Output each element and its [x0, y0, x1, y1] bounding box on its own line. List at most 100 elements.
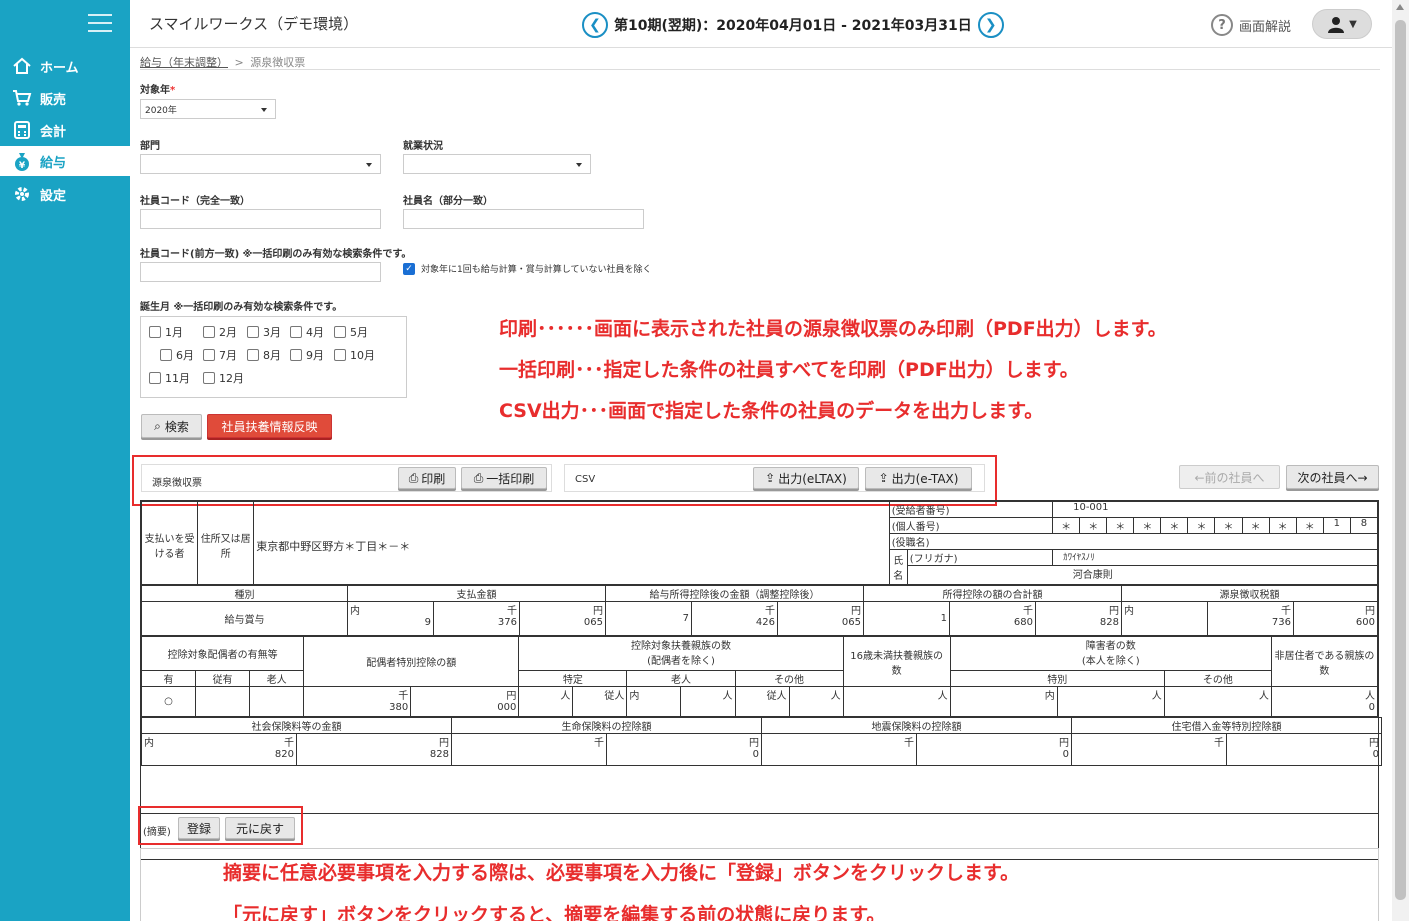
bulk-print-button[interactable]: ⎙ 一括印刷: [461, 467, 547, 489]
furigana-label: (フリガナ): [906, 549, 1054, 566]
month-checkbox[interactable]: [334, 349, 346, 361]
sidebar-item-sales[interactable]: 販売: [0, 83, 130, 113]
tokutei-header: 特定: [518, 670, 628, 687]
month-checkbox[interactable]: [160, 349, 172, 361]
unit-label: 内: [1124, 606, 1135, 617]
month-checkbox[interactable]: [334, 326, 346, 338]
housing-loan-cell: 円0: [1226, 733, 1382, 766]
month-option[interactable]: 3月: [247, 324, 281, 340]
next-period-button[interactable]: ❯: [977, 12, 1004, 38]
month-checkbox[interactable]: [290, 349, 302, 361]
disabled-count-cell: 人: [1163, 686, 1272, 717]
spouse-special-cell: 千 380: [303, 686, 412, 717]
month-checkbox[interactable]: [203, 372, 215, 384]
month-label: 4月: [306, 326, 324, 339]
sidebar-item-accounting[interactable]: 会計: [0, 115, 130, 145]
cart-icon: [10, 88, 34, 108]
user-menu-button[interactable]: ▼: [1312, 9, 1372, 39]
total-deduction-cell: 1: [863, 601, 951, 636]
export-etax-button[interactable]: ⇪ 出力(e-TAX): [865, 467, 972, 489]
exclude-label: 対象年に1回も給与計算・賞与計算していない社員を除く: [421, 265, 652, 275]
insurance-table: 社会保険料等の金額 生命保険料の控除額 地震保険料の控除額 住宅借入金等特別控除…: [141, 717, 1382, 766]
code-prefix-input[interactable]: [140, 262, 381, 282]
total-deduction-part: 828: [1099, 617, 1120, 628]
reflect-dependents-button[interactable]: 社員扶養情報反映: [207, 414, 332, 438]
month-option[interactable]: 5月: [334, 324, 368, 340]
month-checkbox[interactable]: [203, 349, 215, 361]
earthquake-insurance-part: 0: [1062, 749, 1069, 760]
individual-no-digit: ＊: [1106, 517, 1135, 534]
export-eltax-button[interactable]: ⇪ 出力(eLTAX): [753, 467, 859, 489]
recipient-no-value: 10-001: [1052, 501, 1378, 518]
dependent-count-cell: 人: [680, 686, 736, 717]
month-checkbox[interactable]: [290, 326, 302, 338]
nonresident-value: 0: [1368, 702, 1375, 713]
sidebar-item-label: 会計: [40, 124, 67, 140]
revert-button[interactable]: 元に戻す: [225, 817, 295, 839]
help-link[interactable]: ? 画面解説: [1211, 14, 1291, 36]
exclude-checkbox[interactable]: ✓: [403, 262, 415, 275]
code-exact-label: 社員コード（完全一致）: [140, 196, 250, 207]
scrollbar-thumb[interactable]: [1395, 20, 1406, 900]
dept-label: 部門: [140, 141, 160, 152]
code-exact-input[interactable]: [140, 209, 381, 229]
spouse-special-part: 380: [389, 702, 409, 713]
month-option[interactable]: 7月: [203, 347, 237, 363]
sidebar-item-settings[interactable]: 設定: [0, 179, 130, 209]
scrollbar[interactable]: [1392, 0, 1409, 921]
dept-select[interactable]: [140, 154, 381, 174]
withholding-part: 736: [1271, 617, 1292, 628]
type-value: 給与賞与: [141, 601, 348, 636]
month-checkbox[interactable]: [203, 326, 215, 338]
prev-employee-button[interactable]: ←前の社員へ: [1179, 465, 1280, 489]
month-checkbox[interactable]: [149, 372, 161, 384]
prev-period-button[interactable]: ❮: [582, 12, 608, 38]
month-option[interactable]: 8月: [247, 347, 281, 363]
name-partial-input[interactable]: [403, 209, 644, 229]
scroll-up-icon[interactable]: [1396, 4, 1404, 10]
chevron-down-icon: [366, 163, 372, 167]
breadcrumb-separator: >: [234, 56, 244, 69]
print-button[interactable]: ⎙ 印刷: [398, 467, 456, 489]
month-label: 1月: [165, 326, 183, 339]
gear-icon: [10, 184, 34, 204]
month-option[interactable]: 11月: [149, 370, 190, 386]
spouse-special-part: 000: [497, 702, 517, 713]
search-button[interactable]: ⌕ 検索: [141, 414, 202, 438]
register-button[interactable]: 登録: [178, 817, 220, 839]
sidebar-item-home[interactable]: ホーム: [0, 51, 130, 81]
rojin-header: 老人: [626, 670, 736, 687]
month-option[interactable]: 10月: [334, 347, 375, 363]
breadcrumb-parent-link[interactable]: 給与（年末調整）: [140, 56, 228, 69]
address-value: 東京都中野区野方＊丁目＊－＊: [253, 501, 890, 585]
withholding-cell: 円 600: [1293, 601, 1378, 636]
life-insurance-header: 生命保険料の控除額: [451, 717, 762, 734]
individual-no-digit: ＊: [1079, 517, 1108, 534]
year-label-text: 対象年: [140, 85, 170, 96]
year-select[interactable]: 2020年: [140, 99, 276, 119]
individual-no-digit: ＊: [1187, 517, 1216, 534]
sidebar-item-payroll[interactable]: ¥ 給与: [0, 146, 130, 176]
month-option[interactable]: 6月: [160, 347, 194, 363]
month-checkbox[interactable]: [149, 326, 161, 338]
breadcrumb-current: 源泉徴収票: [250, 56, 306, 69]
export-icon: ⇪: [765, 471, 776, 485]
month-option[interactable]: 2月: [203, 324, 237, 340]
next-employee-button[interactable]: 次の社員へ→: [1286, 465, 1379, 489]
month-option[interactable]: 1月: [149, 324, 183, 340]
month-checkbox[interactable]: [247, 326, 259, 338]
month-option[interactable]: 9月: [290, 347, 324, 363]
unit-label: 千: [765, 606, 775, 617]
hamburger-menu-icon[interactable]: [88, 14, 112, 34]
year-label: 対象年*: [140, 81, 175, 96]
disabled-count-cell: 内: [949, 686, 1058, 717]
month-checkbox[interactable]: [247, 349, 259, 361]
individual-no-digit: ＊: [1133, 517, 1162, 534]
spouse-mark: ○: [140, 686, 197, 717]
sidebar-item-label: 設定: [40, 188, 67, 204]
month-label: 5月: [350, 326, 368, 339]
earthquake-insurance-header: 地震保険料の控除額: [761, 717, 1072, 734]
month-option[interactable]: 4月: [290, 324, 324, 340]
month-option[interactable]: 12月: [203, 370, 244, 386]
employment-select[interactable]: [403, 154, 591, 174]
